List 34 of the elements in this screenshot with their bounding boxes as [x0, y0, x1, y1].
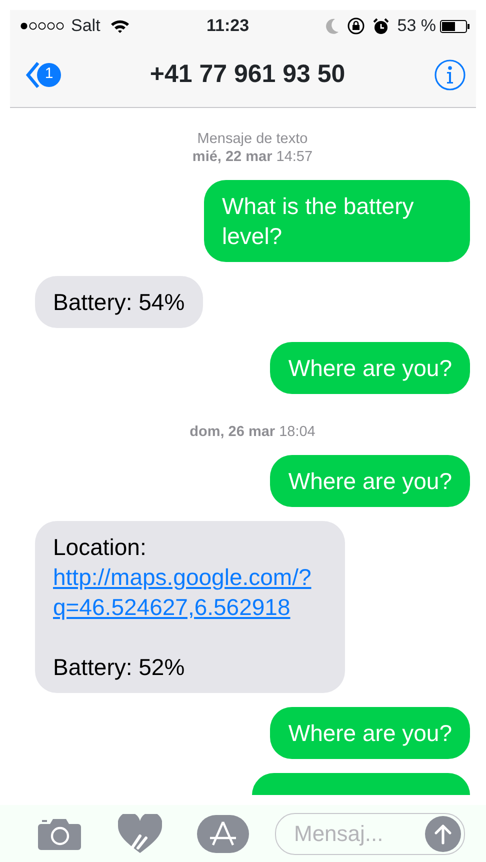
message-text: Battery: 52%: [53, 653, 186, 682]
received-message-bubble: Battery: 54%: [35, 276, 203, 328]
info-button[interactable]: [434, 58, 466, 90]
timestamp-label: Mensaje de texto: [196, 130, 309, 148]
map-link[interactable]: http://maps.google.com/?q=46.524627,6.562918: [53, 562, 327, 622]
message-text: Location:: [53, 533, 148, 562]
app-store-icon: [197, 814, 249, 852]
alarm-clock-icon: [373, 18, 390, 34]
battery-percent: 53 %: [397, 15, 436, 38]
timestamp-label: mié, 22 mar 14:57: [191, 148, 314, 166]
battery-icon: [440, 20, 470, 32]
sent-message-bubble: Where are you?: [270, 342, 470, 394]
heart-hand-icon: [118, 814, 162, 854]
sent-message-bubble: Where are you?: [270, 707, 470, 759]
camera-icon: [38, 817, 81, 850]
status-time: 11:23: [206, 15, 250, 38]
camera-button[interactable]: [38, 817, 81, 850]
message-input-field[interactable]: Mensaj...: [275, 812, 465, 854]
app-store-button[interactable]: [197, 814, 249, 852]
rotation-lock-icon: [347, 17, 366, 35]
contact-title: +41 77 961 93 50: [150, 58, 346, 90]
wifi-icon: [110, 18, 130, 34]
carrier-name: Salt: [71, 15, 100, 38]
send-button[interactable]: [425, 816, 461, 852]
digital-touch-button[interactable]: [118, 814, 162, 854]
unread-count-badge: 1: [37, 62, 61, 86]
back-button[interactable]: 1: [26, 62, 150, 88]
sent-message-bubble: Where are you?: [270, 455, 470, 507]
chevron-left-icon: [26, 62, 40, 88]
sent-message-bubble: What is the battery level?: [204, 180, 470, 262]
arrow-up-icon: [433, 822, 453, 844]
moon-icon: [325, 18, 340, 34]
info-icon: [434, 58, 466, 90]
timestamp-label: dom, 26 mar 18:04: [188, 423, 316, 441]
